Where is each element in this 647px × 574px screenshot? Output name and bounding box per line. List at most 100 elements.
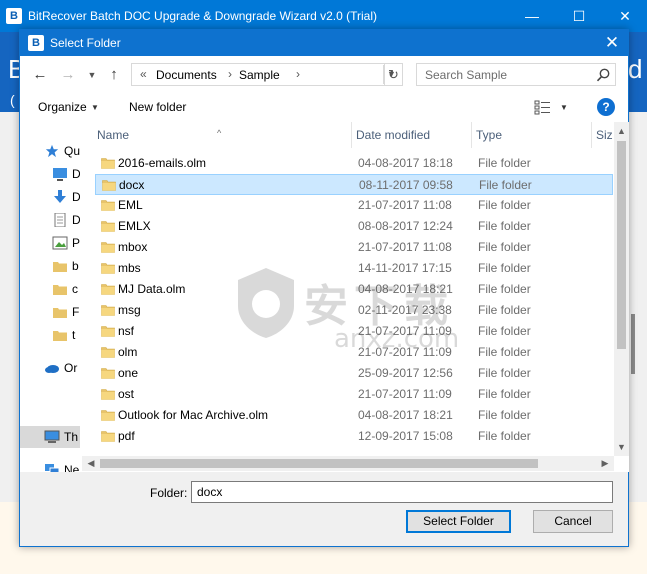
column-header-name[interactable]: Name ^ [93,122,352,148]
breadcrumb-documents[interactable]: Documents [156,68,217,82]
view-chevron-icon[interactable]: ▼ [560,103,568,112]
file-row[interactable]: EML 21-07-2017 11:08 File folder [95,195,613,216]
search-placeholder: Search Sample [425,68,508,82]
folder-icon [101,158,115,169]
file-date-modified: 21-07-2017 11:09 [358,324,452,338]
file-date-modified: 04-08-2017 18:21 [358,282,453,296]
nav-item-folder[interactable]: t [20,324,80,346]
folder-icon [101,305,115,316]
nav-item-pictures[interactable]: P [20,232,80,254]
folder-icon [101,431,115,442]
folder-icon [101,326,115,337]
nav-item-downloads[interactable]: D [20,186,80,208]
app-close-button[interactable]: ✕ [602,0,647,32]
select-folder-button[interactable]: Select Folder [406,510,511,533]
organize-button[interactable]: Organize [38,100,87,114]
dialog-titlebar[interactable]: B Select Folder ✕ [20,30,628,56]
breadcrumb-sample[interactable]: Sample [239,68,280,82]
column-header-type[interactable]: Type [472,122,592,148]
nav-item-documents[interactable]: D [20,209,80,231]
file-name: docx [119,178,145,192]
nav-item-folder[interactable]: F [20,301,80,323]
file-type: File folder [478,429,531,443]
file-row[interactable]: EMLX 08-08-2017 12:24 File folder [95,216,613,237]
file-row[interactable]: pdf 12-09-2017 15:08 File folder [95,426,613,447]
nav-item-label: Qu [64,144,80,158]
up-arrow-icon[interactable]: ↑ [104,65,124,85]
new-folder-button[interactable]: New folder [129,100,186,114]
nav-item-label: b [72,259,79,273]
file-date-modified: 12-09-2017 15:08 [358,429,453,443]
nav-item-onedrive[interactable]: Or [20,357,80,379]
search-icon[interactable] [595,67,611,83]
organize-chevron-icon[interactable]: ▼ [91,103,99,112]
file-row[interactable]: docx 08-11-2017 09:58 File folder [95,174,613,195]
maximize-button[interactable]: ☐ [556,0,602,32]
vertical-scroll-thumb[interactable] [617,141,626,349]
file-row[interactable]: one 25-09-2017 12:56 File folder [95,363,613,384]
folder-icon [53,331,67,341]
search-input[interactable]: Search Sample [416,63,616,86]
column-header-date[interactable]: Date modified [352,122,472,148]
nav-item-this-pc[interactable]: Th [20,426,80,448]
nav-item-desktop[interactable]: D [20,163,80,185]
vertical-scrollbar[interactable]: ▲ ▼ [614,122,629,456]
scroll-down-arrow-icon[interactable]: ▼ [614,440,629,454]
file-date-modified: 08-11-2017 09:58 [359,178,453,192]
file-row[interactable]: mbox 21-07-2017 11:08 File folder [95,237,613,258]
folder-label: Folder: [150,486,188,500]
column-header-label: Name [97,128,130,142]
view-options-icon[interactable] [534,99,554,115]
file-row[interactable]: ost 21-07-2017 11:09 File folder [95,384,613,405]
cancel-button[interactable]: Cancel [533,510,613,533]
folder-icon [101,347,115,358]
refresh-icon[interactable]: ↻ [384,64,402,85]
file-name: pdf [118,429,135,443]
file-row[interactable]: olm 21-07-2017 11:09 File folder [95,342,613,363]
breadcrumb-overflow[interactable]: « [140,67,147,81]
forward-arrow-icon[interactable]: → [58,65,78,85]
file-name: msg [118,303,141,317]
help-button[interactable]: ? [597,98,615,116]
address-bar[interactable]: « Documents › Sample › ▼ [131,63,403,86]
select-folder-dialog: B Select Folder ✕ ← → ▼ ↑ « Documents › … [19,29,629,547]
app-titlebar[interactable]: B BitRecover Batch DOC Upgrade & Downgra… [0,0,647,32]
horizontal-scrollbar[interactable]: ◀ ▶ [82,456,614,471]
horizontal-scroll-thumb[interactable] [100,459,538,468]
folder-icon [101,221,115,232]
file-row[interactable]: mbs 14-11-2017 17:15 File folder [95,258,613,279]
file-row[interactable]: Outlook for Mac Archive.olm 04-08-2017 18… [95,405,613,426]
file-row[interactable]: MJ Data.olm 04-08-2017 18:21 File folder [95,279,613,300]
file-type: File folder [478,282,531,296]
file-date-modified: 02-11-2017 23:38 [358,303,452,317]
folder-icon [101,284,115,295]
file-name: mbox [118,240,148,254]
file-row[interactable]: nsf 21-07-2017 11:09 File folder [95,321,613,342]
minimize-button[interactable]: — [509,0,555,32]
dialog-close-button[interactable]: ✕ [598,31,626,55]
nav-item-folder[interactable]: c [20,278,80,300]
recent-locations-chevron-icon[interactable]: ▼ [84,65,100,85]
folder-name-input[interactable] [191,481,613,503]
nav-item-quick-access[interactable]: Qu [20,140,80,162]
dialog-footer: Folder: Select Folder Cancel [20,472,628,546]
scroll-up-arrow-icon[interactable]: ▲ [614,124,629,138]
file-type: File folder [478,303,531,317]
downloads-icon [54,190,66,203]
file-date-modified: 25-09-2017 12:56 [358,366,453,380]
scroll-left-arrow-icon[interactable]: ◀ [84,456,98,471]
file-row[interactable]: msg 02-11-2017 23:38 File folder [95,300,613,321]
breadcrumb-separator[interactable]: › [296,67,300,81]
banner-subtitle-fragment: ( [10,92,15,108]
back-arrow-icon[interactable]: ← [30,65,50,85]
dialog-toolbar: Organize ▼ New folder ▼ ? [20,94,628,120]
nav-item-folder[interactable]: b [20,255,80,277]
scroll-right-arrow-icon[interactable]: ▶ [598,456,612,471]
file-list: Name ^ Date modified Type Siz 2016-email… [93,122,629,472]
file-type: File folder [478,240,531,254]
breadcrumb-separator[interactable]: › [228,67,232,81]
file-date-modified: 04-08-2017 18:21 [358,408,453,422]
file-row[interactable]: 2016-emails.olm 04-08-2017 18:18 File fold… [95,153,613,174]
app-logo-icon: B [6,8,22,24]
file-name: 2016-emails.olm [118,156,207,170]
